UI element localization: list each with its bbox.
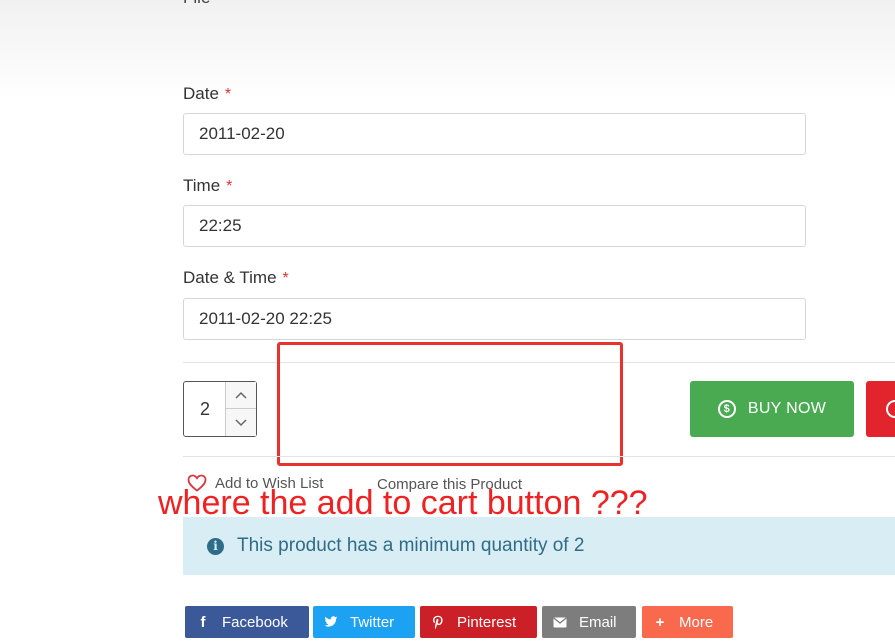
info-circle-icon: i xyxy=(207,537,224,555)
quantity-stepper: 2 xyxy=(183,381,257,437)
circle-icon xyxy=(886,400,895,418)
buy-now-button[interactable]: $ BUY NOW xyxy=(690,381,854,437)
share-label: Email xyxy=(579,613,617,631)
quantity-decrease-button[interactable] xyxy=(225,409,256,436)
datetime-label-text: Date & Time xyxy=(183,268,277,287)
divider xyxy=(183,456,895,457)
secondary-action-button[interactable] xyxy=(866,381,895,437)
date-input[interactable] xyxy=(183,113,806,155)
share-label: Facebook xyxy=(222,613,288,631)
quantity-increase-button[interactable] xyxy=(225,382,256,409)
date-label: Date * xyxy=(183,84,231,104)
facebook-icon: f xyxy=(200,613,206,631)
quantity-value[interactable]: 2 xyxy=(184,382,226,436)
date-label-text: Date xyxy=(183,84,219,103)
share-more-button[interactable]: + More xyxy=(642,606,733,638)
twitter-icon xyxy=(324,616,338,628)
datetime-label: Date & Time * xyxy=(183,268,289,288)
header-fade xyxy=(0,0,895,100)
pinterest-icon xyxy=(431,615,445,630)
dollar-circle-icon: $ xyxy=(717,400,736,418)
time-label: Time * xyxy=(183,176,232,196)
annotation-highlight-box xyxy=(277,342,623,466)
time-input[interactable] xyxy=(183,205,806,247)
datetime-input[interactable] xyxy=(183,298,806,340)
share-twitter-button[interactable]: Twitter xyxy=(313,606,415,638)
share-label: More xyxy=(679,613,714,631)
minimum-quantity-alert: i This product has a minimum quantity of… xyxy=(183,517,895,575)
chevron-up-icon xyxy=(235,391,247,399)
required-marker: * xyxy=(226,178,233,195)
share-facebook-button[interactable]: f Facebook xyxy=(185,606,309,638)
alert-text: This product has a minimum quantity of 2 xyxy=(237,535,585,556)
share-label: Twitter xyxy=(350,613,395,631)
share-email-button[interactable]: Email xyxy=(542,606,636,638)
plus-icon: + xyxy=(655,613,665,631)
time-label-text: Time xyxy=(183,176,221,195)
required-marker: * xyxy=(282,270,289,287)
envelope-icon xyxy=(553,616,567,628)
file-field-label: File xyxy=(183,0,210,8)
share-pinterest-button[interactable]: Pinterest xyxy=(420,606,537,638)
required-marker: * xyxy=(224,86,232,103)
product-page: File Date * Time * Date & Time * 2 $ BUY NO… xyxy=(0,0,895,643)
chevron-down-icon xyxy=(235,418,247,426)
share-label: Pinterest xyxy=(457,613,517,631)
buy-now-label: BUY NOW xyxy=(747,400,827,417)
